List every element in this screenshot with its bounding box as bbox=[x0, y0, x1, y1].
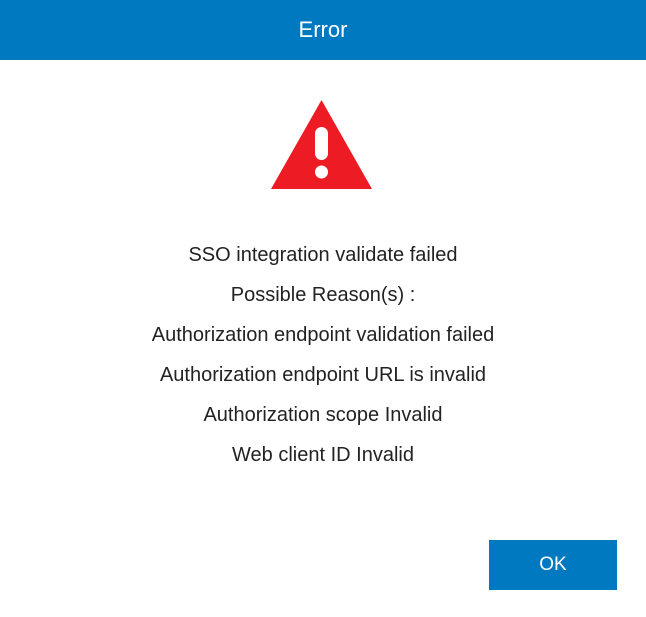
dialog-title-bar: Error bbox=[0, 0, 646, 60]
message-reason: Authorization endpoint URL is invalid bbox=[159, 364, 487, 386]
message-reason: Authorization endpoint validation failed bbox=[151, 324, 495, 346]
message-reason: Authorization scope Invalid bbox=[203, 404, 443, 426]
message-reason: Web client ID Invalid bbox=[232, 444, 414, 466]
message-reasons-heading: Possible Reason(s) : bbox=[230, 284, 416, 306]
error-dialog: Error SSO integration validate failed Po… bbox=[0, 0, 646, 617]
dialog-title: Error bbox=[298, 17, 348, 42]
ok-button[interactable]: OK bbox=[489, 540, 617, 590]
message-summary: SSO integration validate failed bbox=[188, 244, 458, 266]
error-messages: SSO integration validate failed Possible… bbox=[0, 240, 646, 480]
warning-triangle-icon bbox=[271, 100, 372, 189]
